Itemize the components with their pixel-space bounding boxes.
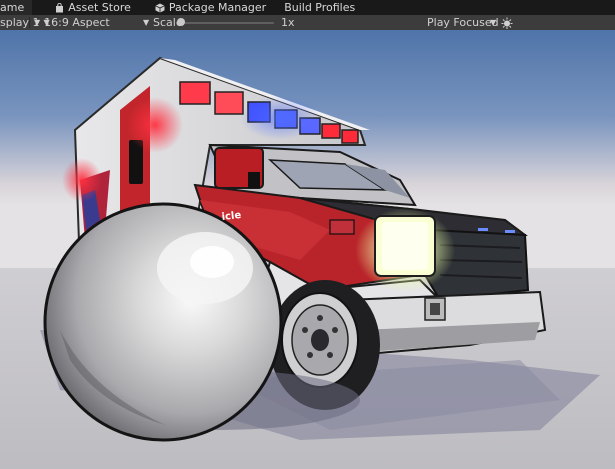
editor-tab-bar: ame Asset Store Package Manager Build Pr…: [0, 0, 615, 15]
chevron-down-icon: ▼: [34, 18, 41, 27]
scale-slider-track[interactable]: [180, 22, 274, 24]
tab-asset-store-label: Asset Store: [68, 1, 131, 14]
aspect-label: 16:9 Aspect: [44, 16, 110, 29]
toolbar-divider: [29, 17, 30, 28]
shopping-bag-icon: [54, 2, 64, 13]
aspect-dropdown[interactable]: ▼ 16:9 Aspect: [34, 15, 110, 30]
tab-package-manager-label: Package Manager: [168, 1, 267, 14]
play-mode-dropdown[interactable]: ▼: [486, 15, 500, 30]
scale-slider-handle[interactable]: [177, 18, 185, 26]
tab-game-label: ame: [0, 1, 25, 14]
scene-render: icle: [0, 30, 615, 469]
aspect-dropdown-arrow[interactable]: ▼: [139, 15, 153, 30]
tab-package-manager[interactable]: Package Manager: [139, 0, 274, 15]
bug-settings-icon[interactable]: [501, 15, 513, 30]
svg-text:icle: icle: [221, 210, 242, 223]
sphere-object: [43, 202, 283, 442]
tab-game[interactable]: ame: [0, 0, 33, 15]
package-icon: [155, 3, 165, 13]
tab-asset-store[interactable]: Asset Store: [32, 0, 139, 15]
game-viewport[interactable]: icle: [0, 30, 615, 469]
scale-value: 1x: [281, 16, 295, 29]
tab-build-profiles-label: Build Profiles: [284, 1, 356, 14]
chevron-down-icon: ▼: [143, 18, 150, 27]
chevron-down-icon: ▼: [490, 18, 497, 27]
tab-build-profiles[interactable]: Build Profiles: [274, 0, 363, 15]
